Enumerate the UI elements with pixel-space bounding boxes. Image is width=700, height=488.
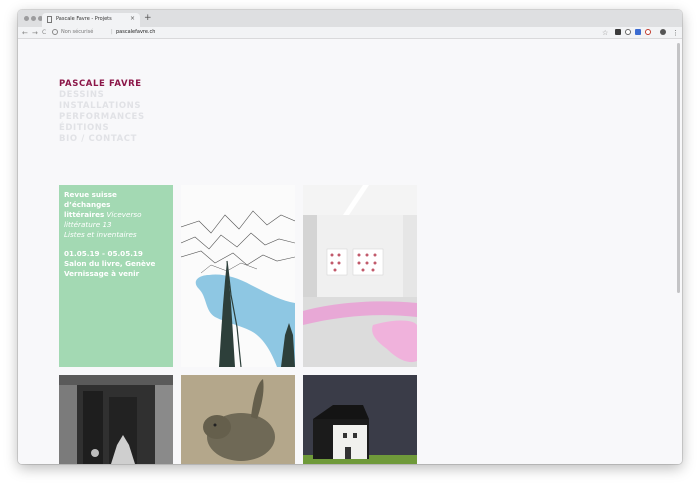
project-thumbnail-house[interactable] [303,375,417,464]
tab-bar: Pascale Favre - Projets × + [18,10,682,27]
nav-item-bio-contact[interactable]: BIO / CONTACT [59,134,145,145]
tab-title: Pascale Favre - Projets [56,16,112,22]
project-thumbnail-installation[interactable] [303,185,417,367]
url-text[interactable]: pascalefavre.ch [116,29,155,35]
news-line: d’échanges [64,200,111,209]
project-thumbnail-rabbit[interactable] [181,375,295,464]
new-tab-button[interactable]: + [144,13,152,23]
nav-item-performances[interactable]: PERFORMANCES [59,112,145,123]
close-window-icon[interactable] [24,16,29,21]
nav-item-editions[interactable]: ÉDITIONS [59,123,145,134]
document-icon [47,16,52,23]
extension-icon-1[interactable] [615,29,621,35]
site-brand[interactable]: PASCALE FAVRE [59,79,145,90]
forward-button[interactable]: → [32,28,38,38]
browser-window: Pascale Favre - Projets × + ← → C Non sé… [18,10,682,464]
project-thumbnail-drawing[interactable] [181,185,295,367]
scrollbar[interactable] [677,43,680,293]
extension-icon-3[interactable] [635,29,641,35]
nav-item-installations[interactable]: INSTALLATIONS [59,101,145,112]
tab-pascale-favre[interactable]: Pascale Favre - Projets × [42,13,140,27]
extension-icon-2[interactable] [625,29,631,35]
news-tile[interactable]: Revue suisse d’échanges littéraires Vice… [59,185,173,367]
browser-toolbar: ← → C Non sécurisé | pascalefavre.ch ☆ ⋮ [18,27,682,39]
security-label: Non sécurisé [61,29,94,35]
mountain-drawing-image [181,210,295,367]
news-dates: 01.05.19 - 05.05.19 [64,249,143,258]
gallery-installation-image [303,185,417,367]
reload-button[interactable]: C [42,28,46,38]
archway-image [59,375,173,464]
tab-close-icon[interactable]: × [130,15,135,22]
menu-icon[interactable]: ⋮ [672,28,679,38]
nav-item-dessins[interactable]: DESSINS [59,90,145,101]
account-icon[interactable] [660,29,666,35]
star-icon[interactable]: ☆ [602,28,608,38]
url-separator: | [111,29,113,35]
extension-icon-4[interactable] [645,29,651,35]
news-venue: Salon du livre, Genève [64,259,156,268]
project-thumbnail-performance[interactable] [59,375,173,464]
news-line: littéraires [64,210,105,219]
back-button[interactable]: ← [22,28,28,38]
news-line: Viceverso [104,210,142,219]
news-line: Listes et inventaires [64,230,137,239]
rabbit-drawing-image [203,379,275,461]
news-line: littérature 13 [64,220,112,229]
house-sculpture-image [303,405,417,464]
news-line: Revue suisse [64,190,117,199]
info-icon[interactable] [52,29,58,35]
news-vernissage: Vernissage à venir [64,269,140,278]
address-bar[interactable]: Non sécurisé | pascalefavre.ch [50,28,610,38]
site-navigation: PASCALE FAVRE DESSINS INSTALLATIONS PERF… [59,79,145,145]
minimize-window-icon[interactable] [31,16,36,21]
page-content: PASCALE FAVRE DESSINS INSTALLATIONS PERF… [18,39,682,464]
